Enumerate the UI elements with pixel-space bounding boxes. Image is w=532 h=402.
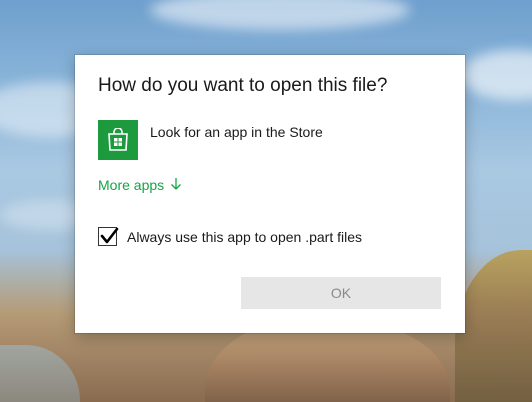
- cloud: [460, 50, 532, 100]
- always-use-checkbox[interactable]: [98, 227, 119, 246]
- dialog-title: How do you want to open this file?: [98, 75, 388, 96]
- open-with-dialog: How do you want to open this file? Look …: [75, 55, 465, 333]
- store-bag-icon: [98, 120, 138, 160]
- always-use-checkbox-row[interactable]: Always use this app to open .part files: [98, 227, 362, 246]
- store-option-label: Look for an app in the Store: [150, 124, 323, 140]
- arrow-down-icon: [170, 177, 182, 193]
- ok-button[interactable]: OK: [241, 277, 441, 309]
- rock-formation-right: [455, 250, 532, 402]
- checkmark-icon: [100, 227, 119, 244]
- cloud: [150, 0, 410, 30]
- store-app-option[interactable]: Look for an app in the Store: [98, 120, 442, 160]
- rock-formation-left: [0, 345, 80, 402]
- more-apps-label: More apps: [98, 177, 165, 193]
- more-apps-link[interactable]: More apps: [98, 177, 182, 193]
- always-use-label: Always use this app to open .part files: [127, 228, 363, 245]
